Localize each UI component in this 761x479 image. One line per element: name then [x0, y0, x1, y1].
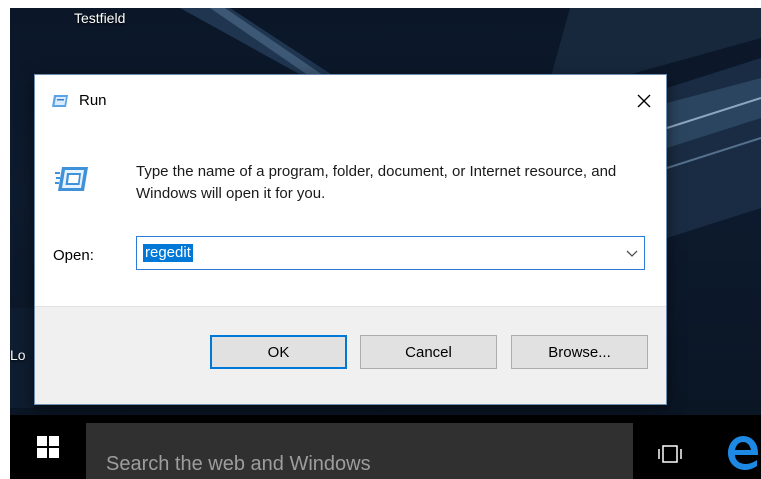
task-view-button[interactable] [646, 415, 694, 479]
title-bar[interactable]: Run [35, 75, 666, 127]
desktop-icon-label[interactable]: Lo [10, 347, 26, 363]
cancel-button[interactable]: Cancel [360, 335, 497, 369]
open-input[interactable]: regedit [143, 244, 193, 262]
taskbar: Search the web and Windows [10, 415, 761, 479]
windows-logo-icon [37, 436, 59, 458]
open-combobox[interactable]: regedit [136, 236, 645, 270]
ok-button[interactable]: OK [210, 335, 347, 369]
desktop-icon-label[interactable]: Testfield [74, 10, 125, 26]
run-dialog: Run Type the name of a program, folder, … [34, 74, 667, 405]
screen: Testfield Lo Run Type the name of a prog… [0, 0, 761, 479]
edge-icon [728, 436, 758, 470]
edge-taskbar-button[interactable] [724, 415, 761, 479]
dialog-description: Type the name of a program, folder, docu… [136, 163, 617, 202]
open-label: Open: [53, 247, 94, 264]
run-icon [52, 95, 68, 107]
task-view-icon [658, 445, 682, 463]
browse-button[interactable]: Browse... [511, 335, 648, 369]
close-icon [637, 94, 651, 108]
taskbar-search-box[interactable]: Search the web and Windows [86, 423, 633, 479]
start-button[interactable] [10, 415, 86, 479]
dialog-footer: OK Cancel Browse... [35, 306, 666, 404]
chevron-down-icon[interactable] [626, 248, 638, 258]
search-placeholder: Search the web and Windows [106, 453, 371, 475]
dialog-title: Run [79, 92, 107, 109]
close-button[interactable] [622, 81, 666, 121]
run-icon [55, 167, 88, 191]
